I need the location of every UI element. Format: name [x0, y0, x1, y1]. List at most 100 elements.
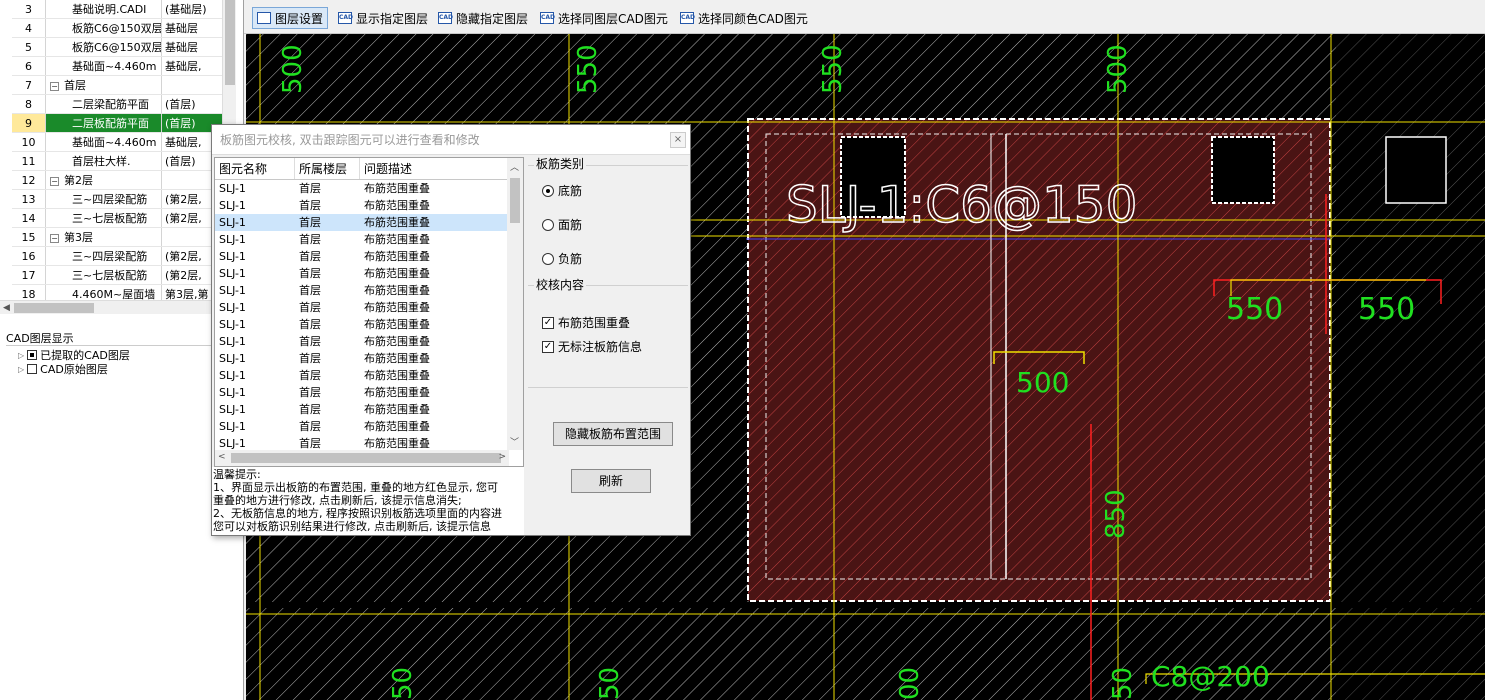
radio-top-rebar[interactable]: 面筋 — [542, 216, 582, 233]
column-header[interactable]: 问题描述 — [360, 158, 510, 179]
tree-row[interactable]: 14 三~七层板配筋 (第2层, — [12, 209, 222, 228]
row-number: 8 — [12, 95, 46, 113]
collapse-icon[interactable]: − — [50, 177, 59, 186]
radio-dot[interactable] — [542, 252, 554, 265]
close-button[interactable]: × — [670, 132, 686, 148]
tree-row[interactable]: 8 二层梁配筋平面 (首层) — [12, 95, 222, 114]
row-name: 二层板配筋平面 — [72, 117, 149, 130]
table-row[interactable]: SLJ-1 首层 布筋范围重叠 — [215, 180, 523, 197]
scrollbar-thumb[interactable] — [510, 178, 520, 223]
table-row[interactable]: SLJ-1 首层 布筋范围重叠 — [215, 299, 523, 316]
tree-row[interactable]: 17 三~七层板配筋 (第2层, — [12, 266, 222, 285]
row-name: 首层 — [64, 79, 86, 92]
tree-row[interactable]: 13 三~四层梁配筋 (第2层, — [12, 190, 222, 209]
tree-group-row[interactable]: 12− 第2层 — [12, 171, 222, 190]
scrollbar-thumb[interactable] — [14, 303, 94, 313]
column-header[interactable]: 图元名称 — [215, 158, 295, 179]
toolbar-button-4[interactable]: CAD 选择同颜色CAD图元 — [676, 7, 812, 29]
table-row[interactable]: SLJ-1 首层 布筋范围重叠 — [215, 248, 523, 265]
checkbox-box[interactable]: ✓ — [542, 340, 554, 353]
table-cell: SLJ-1 — [219, 182, 246, 195]
toolbar-button-0[interactable]: 图层设置 — [252, 7, 329, 29]
table-cell: 首层 — [299, 386, 321, 399]
layer-node-original[interactable]: ▷ CAD原始图层 — [18, 361, 108, 377]
cad-layer-panel-title: CAD图层显示 — [6, 330, 242, 346]
dimension-text: 500 — [278, 44, 308, 94]
toolbar-button-1[interactable]: CAD 显示指定图层 — [334, 7, 432, 29]
row-number: 12 — [12, 171, 46, 189]
table-row[interactable]: SLJ-1 首层 布筋范围重叠 — [215, 418, 523, 435]
table-row[interactable]: SLJ-1 首层 布筋范围重叠 — [215, 401, 523, 418]
tree-row[interactable]: 9 二层板配筋平面 (首层) — [12, 114, 222, 133]
tree-row[interactable]: 10 基础面~4.460m 基础层, — [12, 133, 222, 152]
layer-checkbox[interactable] — [27, 364, 38, 374]
column-block[interactable] — [1385, 136, 1447, 204]
toolbar-button-2[interactable]: CAD 隐藏指定图层 — [434, 7, 532, 29]
table-cell: 布筋范围重叠 — [364, 250, 430, 263]
tip-line: 1、界面显示出板筋的布置范围, 重叠的地方红色显示, 您可 — [213, 481, 498, 494]
hide-rebar-range-button[interactable]: 隐藏板筋布置范围 — [553, 422, 673, 446]
table-row[interactable]: SLJ-1 首层 布筋范围重叠 — [215, 350, 523, 367]
column-block[interactable] — [1211, 136, 1275, 204]
tree-row[interactable]: 5 板筋C6@150双层 基础层 — [12, 38, 222, 57]
radio-negative-rebar[interactable]: 负筋 — [542, 250, 582, 267]
table-cell: 首层 — [299, 250, 321, 263]
row-floor: 基础层 — [165, 22, 198, 35]
checkbox-no-label[interactable]: ✓ 无标注板筋信息 — [542, 338, 642, 355]
dimension-text: 550 — [1226, 292, 1283, 327]
expand-arrow-icon[interactable]: ▷ — [18, 365, 24, 374]
table-cell: 布筋范围重叠 — [364, 233, 430, 246]
refresh-button[interactable]: 刷新 — [571, 469, 651, 493]
radio-dot[interactable] — [542, 184, 554, 197]
grid-vertical-scrollbar[interactable]: ︿ ﹀ — [507, 158, 523, 450]
dialog-title: 板筋图元校核, 双击跟踪图元可以进行查看和修改 — [220, 133, 480, 147]
table-row[interactable]: SLJ-1 首层 布筋范围重叠 — [215, 367, 523, 384]
row-floor: (基础层) — [165, 3, 207, 16]
table-row[interactable]: SLJ-1 首层 布筋范围重叠 — [215, 214, 523, 231]
column-header[interactable]: 所属楼层 — [295, 158, 360, 179]
toolbar-button-3[interactable]: CAD 选择同图层CAD图元 — [536, 7, 672, 29]
row-number: 10 — [12, 133, 46, 151]
layer-checkbox[interactable] — [27, 350, 38, 360]
tree-row[interactable]: 16 三~四层梁配筋 (第2层, — [12, 247, 222, 266]
checkbox-label: 布筋范围重叠 — [558, 316, 631, 330]
scrollbar-thumb[interactable] — [225, 0, 235, 85]
scroll-right-arrow-icon[interactable]: > — [498, 452, 506, 462]
scroll-up-arrow-icon[interactable]: ︿ — [510, 160, 519, 173]
tree-row[interactable]: 18 4.460M~屋面墙 第3层,第 — [12, 285, 222, 300]
table-cell: SLJ-1 — [219, 369, 246, 382]
tree-row[interactable]: 11 首层柱大样. (首层) — [12, 152, 222, 171]
collapse-icon[interactable]: − — [50, 234, 59, 243]
toolbar-button-label: 隐藏指定图层 — [456, 11, 529, 26]
radio-bottom-rebar[interactable]: 底筋 — [542, 182, 582, 199]
table-row[interactable]: SLJ-1 首层 布筋范围重叠 — [215, 384, 523, 401]
radio-dot[interactable] — [542, 218, 554, 231]
expand-arrow-icon[interactable]: ▷ — [18, 351, 24, 360]
tree-row[interactable]: 4 板筋C6@150双层 基础层 — [12, 19, 222, 38]
tree-group-row[interactable]: 7− 首层 — [12, 76, 222, 95]
checkbox-box[interactable]: ✓ — [542, 316, 554, 329]
scroll-left-arrow-icon[interactable]: ◀ — [3, 301, 10, 315]
table-row[interactable]: SLJ-1 首层 布筋范围重叠 — [215, 333, 523, 350]
dimension-text: 850 — [1101, 489, 1131, 539]
table-row[interactable]: SLJ-1 首层 布筋范围重叠 — [215, 316, 523, 333]
collapse-icon[interactable]: − — [50, 82, 59, 91]
checkbox-overlap[interactable]: ✓ 布筋范围重叠 — [542, 314, 630, 331]
table-row[interactable]: SLJ-1 首层 布筋范围重叠 — [215, 282, 523, 299]
tree-row[interactable]: 3 基础说明.CADI (基础层) — [12, 0, 222, 19]
scroll-down-arrow-icon[interactable]: ﹀ — [510, 435, 519, 448]
tree-horizontal-scrollbar[interactable]: ◀ ▶ — [0, 300, 222, 314]
table-cell: 首层 — [299, 267, 321, 280]
tree-row[interactable]: 6 基础面~4.460m 基础层, — [12, 57, 222, 76]
scroll-left-arrow-icon[interactable]: < — [218, 452, 226, 462]
row-number: 15 — [12, 228, 46, 246]
grid-horizontal-scrollbar[interactable]: < > — [215, 450, 509, 466]
table-row[interactable]: SLJ-1 首层 布筋范围重叠 — [215, 197, 523, 214]
table-row[interactable]: SLJ-1 首层 布筋范围重叠 — [215, 265, 523, 282]
toolbar-button-label: 选择同颜色CAD图元 — [698, 11, 808, 26]
tree-group-row[interactable]: 15− 第3层 — [12, 228, 222, 247]
scrollbar-thumb[interactable] — [231, 453, 501, 463]
table-row[interactable]: SLJ-1 首层 布筋范围重叠 — [215, 231, 523, 248]
row-number: 5 — [12, 38, 46, 56]
dimension-text: 550 — [818, 44, 848, 94]
